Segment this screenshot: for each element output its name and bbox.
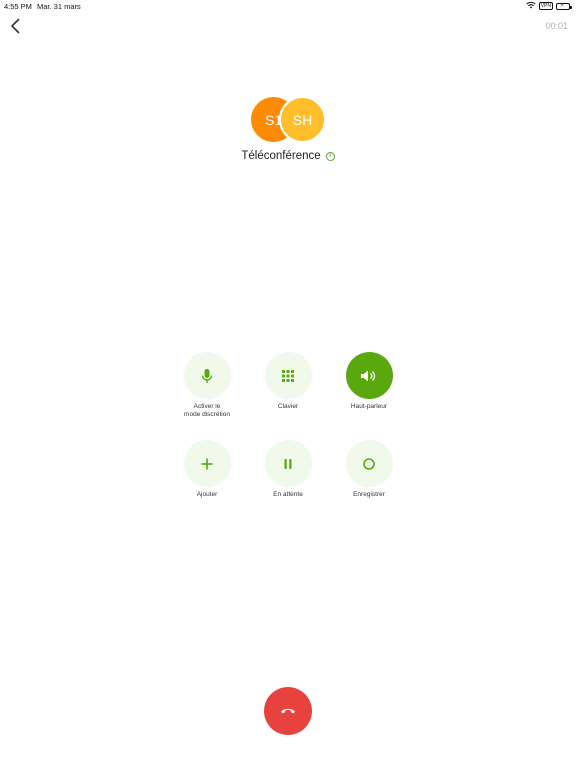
status-bar: 4:55 PM Mar. 31 mars VPN ⚡: [0, 0, 576, 12]
back-button[interactable]: [6, 16, 24, 36]
add-button-circle[interactable]: [183, 440, 231, 487]
record-button-circle[interactable]: [345, 440, 393, 487]
speaker-button[interactable]: Haut-parleur: [324, 352, 414, 411]
call-timer: 00:01: [545, 21, 568, 31]
record-label: Enregistrer: [353, 491, 385, 498]
keypad-button-circle[interactable]: [264, 352, 312, 399]
hold-label: En attente: [273, 491, 303, 498]
mute-label: Activer le mode discrétion: [184, 403, 230, 418]
avatar: SH: [279, 96, 326, 143]
conference-title-row: Téléconférence i: [0, 150, 576, 162]
plus-icon: [201, 458, 213, 469]
battery-icon: ⚡: [556, 2, 572, 10]
hangup-button[interactable]: [264, 687, 312, 735]
status-time: 4:55 PM: [4, 2, 32, 11]
pause-icon: [284, 458, 292, 469]
status-date: Mar. 31 mars: [37, 2, 81, 11]
hold-button-circle[interactable]: [264, 440, 312, 487]
speaker-label: Haut-parleur: [350, 403, 388, 410]
participant-avatars: S1 SH: [251, 96, 327, 143]
hold-button[interactable]: En attente: [243, 440, 333, 499]
speaker-button-circle[interactable]: [345, 352, 393, 399]
vpn-badge: VPN: [538, 2, 553, 10]
info-icon[interactable]: i: [325, 151, 335, 161]
status-icons: VPN ⚡: [526, 1, 572, 11]
add-label: Ajouter: [196, 491, 218, 498]
wifi-icon: [526, 1, 536, 11]
speaker-icon: [361, 370, 376, 381]
record-button[interactable]: Enregistrer: [324, 440, 414, 499]
microphone-icon: [201, 368, 213, 383]
mute-button-circle[interactable]: [183, 352, 231, 399]
conference-title: Téléconférence: [241, 150, 321, 162]
record-icon: [363, 457, 375, 470]
keypad-button[interactable]: Clavier: [243, 352, 333, 411]
keypad-label: Clavier: [277, 403, 299, 410]
add-participant-button[interactable]: Ajouter: [162, 440, 252, 499]
mute-button[interactable]: Activer le mode discrétion: [162, 352, 252, 419]
chevron-left-icon: [11, 18, 20, 34]
phone-hangup-icon: [281, 708, 295, 714]
keypad-icon: [282, 369, 294, 382]
